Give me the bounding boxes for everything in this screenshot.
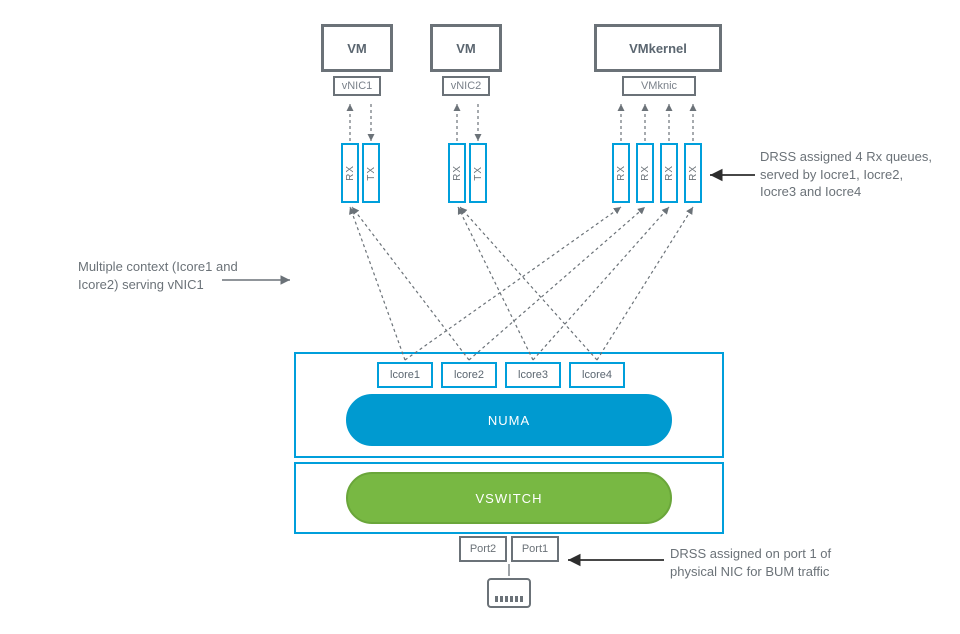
vm1-tx-queue: TX [362, 143, 380, 203]
vm1-rx-text: RX [345, 165, 356, 181]
vm2-tx-text: TX [473, 166, 484, 181]
port2-box: Port2 [459, 536, 507, 562]
ethernet-port-icon [487, 578, 531, 608]
lcore4-label: lcore4 [582, 369, 612, 381]
vmk-rx4-text: RX [688, 165, 699, 181]
lcore2-label: lcore2 [454, 369, 484, 381]
annotation-left: Multiple context (Icore1 and Icore2) ser… [78, 258, 258, 293]
vm1-nic-box: vNIC1 [333, 76, 381, 96]
vmk-rx4-queue: RX [684, 143, 702, 203]
annotation-right-top: DRSS assigned 4 Rx queues, served by Ioc… [760, 148, 935, 201]
vmk-rx2-text: RX [640, 165, 651, 181]
vm1-label: VM [347, 41, 367, 56]
numa-pill: NUMA [346, 394, 672, 446]
vswitch-pill: VSWITCH [346, 472, 672, 524]
vmk-rx3-queue: RX [660, 143, 678, 203]
vm2-label: VM [456, 41, 476, 56]
lcore3-label: lcore3 [518, 369, 548, 381]
vm2-box: VM [430, 24, 502, 72]
vm2-nic-label: vNIC2 [451, 80, 482, 92]
vm1-nic-label: vNIC1 [342, 80, 373, 92]
lcore1-box: lcore1 [377, 362, 433, 388]
lcore3-box: lcore3 [505, 362, 561, 388]
vm1-rx-queue: RX [341, 143, 359, 203]
vmk-rx1-queue: RX [612, 143, 630, 203]
vmknic-box: VMknic [622, 76, 696, 96]
lcore1-label: lcore1 [390, 369, 420, 381]
vmkernel-box: VMkernel [594, 24, 722, 72]
vm2-rx-queue: RX [448, 143, 466, 203]
port1-label: Port1 [522, 543, 548, 555]
vmknic-label: VMknic [641, 80, 677, 92]
vm2-nic-box: vNIC2 [442, 76, 490, 96]
annotation-right-bottom: DRSS assigned on port 1 of physical NIC … [670, 545, 855, 580]
port1-box: Port1 [511, 536, 559, 562]
vswitch-label: VSWITCH [476, 491, 543, 506]
vmk-rx3-text: RX [664, 165, 675, 181]
vm1-box: VM [321, 24, 393, 72]
lcore4-box: lcore4 [569, 362, 625, 388]
vm2-tx-queue: TX [469, 143, 487, 203]
numa-label: NUMA [488, 413, 530, 428]
vmk-rx1-text: RX [616, 165, 627, 181]
vm1-tx-text: TX [366, 166, 377, 181]
lcore2-box: lcore2 [441, 362, 497, 388]
vmk-rx2-queue: RX [636, 143, 654, 203]
vm2-rx-text: RX [452, 165, 463, 181]
vmkernel-label: VMkernel [629, 41, 687, 56]
port2-label: Port2 [470, 543, 496, 555]
